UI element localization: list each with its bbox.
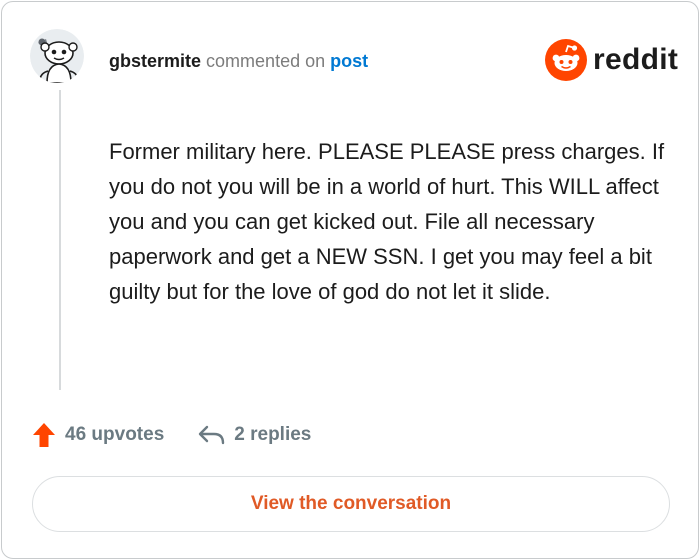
username-link[interactable]: gbstermite [109, 51, 201, 71]
post-link[interactable]: post [330, 51, 368, 71]
action-text: commented on [206, 51, 326, 71]
reply-arrow-icon [199, 425, 225, 445]
reddit-logo-icon [545, 39, 587, 81]
upvote-arrow-icon [33, 423, 55, 447]
view-conversation-button[interactable]: View the conversation [32, 476, 670, 532]
thread-line [59, 90, 61, 390]
reddit-wordmark: reddit [593, 43, 679, 76]
replies-label: 2 replies [234, 424, 312, 445]
avatar[interactable] [30, 29, 84, 83]
comment-stats: 46 upvotes 2 replies [32, 419, 311, 451]
replies-stat[interactable]: 2 replies [198, 424, 311, 446]
reddit-brand[interactable]: reddit [545, 39, 678, 81]
comment-body: Former military here. PLEASE PLEASE pres… [109, 139, 665, 304]
comment-embed-card: gbstermite commented on post reddit Form… [1, 1, 699, 559]
upvotes-stat[interactable]: 46 upvotes [32, 422, 164, 448]
snoo-avatar-icon [30, 29, 84, 83]
comment-header: gbstermite commented on post [109, 49, 368, 73]
upvotes-label: 46 upvotes [65, 424, 165, 445]
